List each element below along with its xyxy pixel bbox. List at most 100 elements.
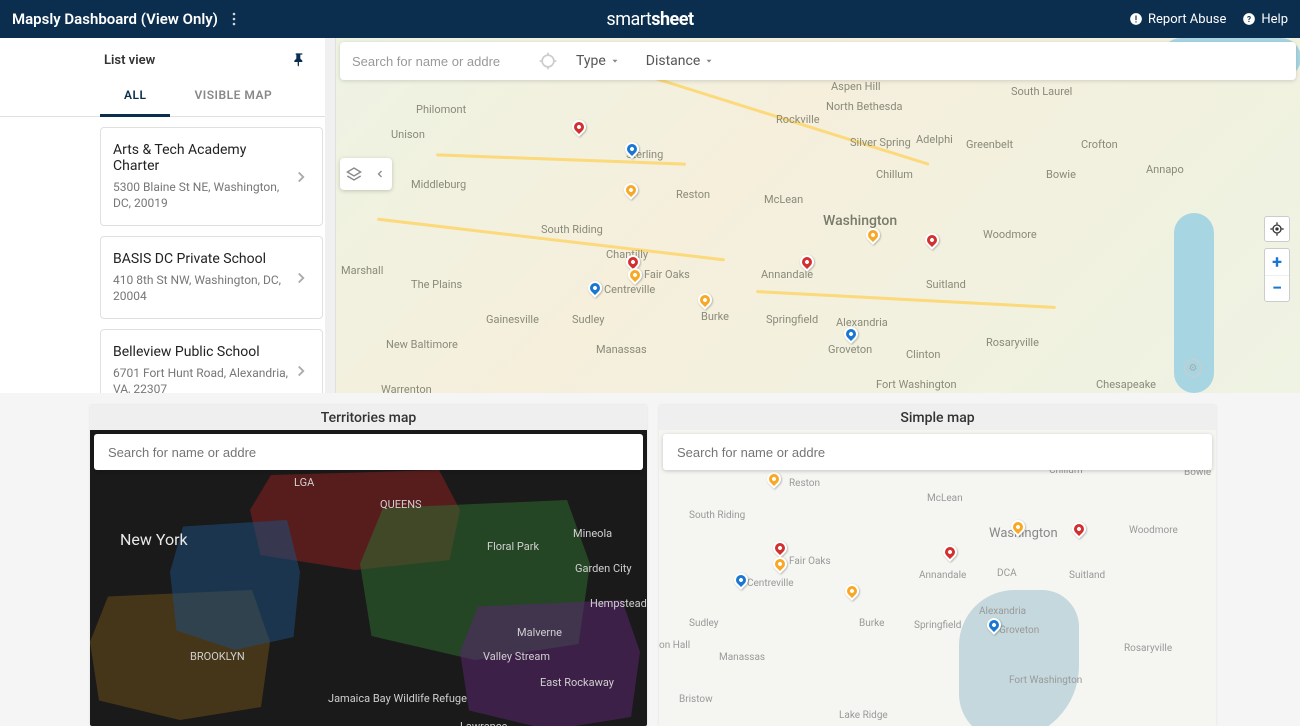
map-marker[interactable]	[628, 268, 642, 282]
help-icon: ?	[1242, 12, 1256, 26]
locate-icon	[1269, 221, 1285, 237]
chevron-left-icon	[374, 168, 386, 180]
map-place-label: The Plains	[411, 278, 462, 291]
map-place-label: Crofton	[1081, 138, 1118, 151]
list-tabs: ALL VISIBLE MAP	[0, 76, 335, 117]
map-place-label: Warrenton	[381, 383, 432, 393]
search-input[interactable]	[677, 445, 1198, 460]
map-marker[interactable]	[624, 183, 638, 197]
map-marker[interactable]	[773, 557, 787, 571]
tab-all[interactable]: ALL	[100, 76, 170, 117]
map-marker[interactable]	[767, 472, 781, 486]
simple-map[interactable]: RestonSouth RidingCentrevilleSudleyManas…	[659, 430, 1216, 726]
map-marker[interactable]	[866, 228, 880, 242]
zoom-out-button[interactable]: −	[1265, 275, 1289, 301]
map-place-label: Greenbelt	[966, 138, 1013, 151]
map-place-label: New Baltimore	[386, 338, 458, 351]
list-item-address: 410 8th St NW, Washington, DC, 20004	[113, 273, 292, 304]
list-item[interactable]: Arts & Tech Academy Charter 5300 Blaine …	[100, 127, 323, 226]
map-marker[interactable]	[773, 541, 787, 555]
gear-icon[interactable]: ⚙	[1184, 359, 1202, 377]
map-marker[interactable]	[698, 293, 712, 307]
help-link[interactable]: ? Help	[1242, 12, 1288, 27]
territories-map[interactable]: New YorkLGAQUEENSFloral ParkMineolaGarde…	[90, 430, 647, 726]
map-place-label: East Rockaway	[540, 676, 614, 689]
map-place-label: Suitland	[1069, 570, 1105, 581]
map-place-label: Rockville	[776, 113, 820, 126]
map-place-label: Chesapeake	[1096, 378, 1156, 391]
map-place-label: Suitland	[926, 278, 966, 291]
map-place-label: Clinton	[906, 348, 940, 361]
map-place-label: Rosaryville	[986, 336, 1039, 349]
map-place-label: Alexandria	[979, 606, 1026, 617]
map-place-label: Centreville	[747, 578, 794, 589]
page-title: Mapsly Dashboard (View Only)	[12, 10, 218, 28]
map-place-label: Philomont	[416, 103, 466, 116]
map-place-label: Aspen Hill	[831, 80, 881, 93]
panel-search-bar	[663, 434, 1212, 470]
search-input[interactable]	[352, 54, 528, 69]
map-place-label: Middleburg	[411, 178, 466, 191]
map-place-label: South Riding	[541, 223, 603, 236]
map-place-label: BROOKLYN	[190, 650, 245, 663]
tab-visible-map[interactable]: VISIBLE MAP	[170, 76, 296, 116]
svg-text:?: ?	[1247, 14, 1251, 24]
map-marker[interactable]	[800, 255, 814, 269]
territory-shape[interactable]	[170, 520, 300, 650]
list-item[interactable]: Belleview Public School 6701 Fort Hunt R…	[100, 329, 323, 393]
list-item[interactable]: BASIS DC Private School 410 8th St NW, W…	[100, 236, 323, 319]
map-canvas[interactable]: PhilomontUnisonSterlingRestonMiddleburgM…	[336, 38, 1300, 393]
territory-shape[interactable]	[460, 600, 640, 726]
search-input[interactable]	[108, 445, 629, 460]
map-place-label: Sudley	[689, 618, 719, 629]
list-item-address: 6701 Fort Hunt Road, Alexandria, VA, 223…	[113, 366, 292, 393]
map-place-label: Marshall	[341, 264, 383, 277]
map-marker[interactable]	[845, 584, 859, 598]
distance-dropdown[interactable]: Distance	[638, 53, 723, 69]
map-marker[interactable]	[844, 327, 858, 341]
simple-panel: Simple map RestonSouth RidingCentreville…	[659, 405, 1216, 726]
locate-button[interactable]	[1264, 216, 1290, 242]
chevron-right-icon	[292, 168, 310, 186]
map-marker[interactable]	[625, 142, 639, 156]
map-marker[interactable]	[588, 281, 602, 295]
title-menu-button[interactable]	[226, 11, 242, 27]
map-place-label: North Bethesda	[826, 100, 903, 113]
main-map[interactable]: PhilomontUnisonSterlingRestonMiddleburgM…	[336, 38, 1300, 393]
map-place-label: Manassas	[596, 343, 647, 356]
map-place-label: Valley Stream	[483, 650, 550, 663]
list-item-title: Arts & Tech Academy Charter	[113, 142, 292, 174]
map-place-label: Reston	[676, 188, 710, 201]
list-item-title: Belleview Public School	[113, 344, 292, 360]
pin-icon[interactable]	[291, 52, 307, 68]
map-place-label: Silver Spring	[850, 136, 911, 149]
type-dropdown[interactable]: Type	[568, 53, 628, 69]
map-place-label: Manassas	[719, 652, 765, 663]
map-place-label: Floral Park	[487, 540, 539, 553]
panel-title: Simple map	[659, 405, 1216, 430]
list-item-title: BASIS DC Private School	[113, 251, 292, 267]
app-header: Mapsly Dashboard (View Only) smartsheet …	[0, 0, 1300, 38]
map-marker[interactable]	[572, 120, 586, 134]
map-place-label: Washington	[823, 213, 897, 229]
map-place-label: LGA	[294, 476, 314, 489]
map-marker[interactable]	[987, 618, 1001, 632]
map-marker[interactable]	[734, 573, 748, 587]
map-search-bar: Type Distance	[340, 42, 1296, 80]
layers-control[interactable]	[340, 158, 392, 190]
map-place-label: Adelphi	[916, 133, 953, 146]
zoom-in-button[interactable]: +	[1265, 249, 1289, 275]
map-marker[interactable]	[1011, 520, 1025, 534]
map-place-label: McLean	[927, 493, 963, 504]
report-abuse-link[interactable]: Report Abuse	[1129, 12, 1226, 27]
map-marker[interactable]	[943, 545, 957, 559]
map-place-label: McLean	[764, 193, 803, 206]
map-place-label: Annapo	[1146, 163, 1184, 176]
map-place-label: Garden City	[575, 562, 632, 575]
crosshair-icon[interactable]	[538, 51, 558, 71]
map-marker[interactable]	[1072, 522, 1086, 536]
map-marker[interactable]	[925, 233, 939, 247]
scrollbar[interactable]	[325, 38, 335, 393]
chevron-right-icon	[292, 362, 310, 380]
list-item-address: 5300 Blaine St NE, Washington, DC, 20019	[113, 180, 292, 211]
